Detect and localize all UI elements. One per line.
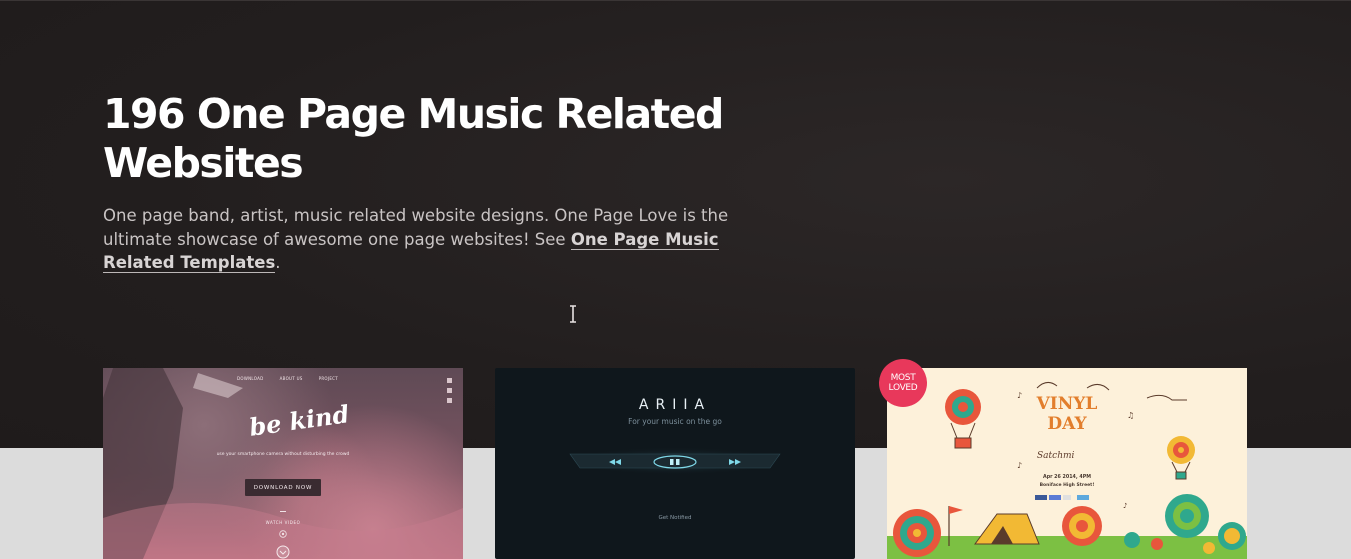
facebook-icon	[447, 378, 452, 383]
instagram-icon	[447, 398, 452, 403]
svg-text:♫: ♫	[1127, 411, 1134, 420]
card-title: ARIIA	[638, 397, 712, 413]
website-card-be-kind[interactable]: DOWNLOAD ABOUT US PROJECT be kind use yo…	[103, 368, 463, 559]
card-title: VINYL DAY	[1027, 394, 1107, 434]
page-title: 196 One Page Music Related Websites	[103, 90, 724, 187]
scroll-down-icon	[276, 545, 290, 559]
badge-line: LOVED	[888, 383, 918, 393]
description-end: .	[275, 253, 281, 272]
card-brand: Satchmi	[1037, 451, 1075, 461]
svg-text:♪: ♪	[1123, 502, 1127, 510]
website-card-vinyl-day[interactable]: ♪ ♫ ♪ ♪ VINYL DAY Satchmi Apr 26 2014, 4…	[887, 368, 1247, 559]
svg-text:♪: ♪	[1017, 391, 1022, 400]
text-cursor-icon	[570, 305, 576, 323]
badge-line: MOST	[890, 373, 916, 383]
title-line: DAY	[1047, 414, 1087, 434]
nav-item: ABOUT US	[279, 376, 303, 381]
website-card-ariia[interactable]: ARIIA For your music on the go Get Notif…	[495, 368, 855, 559]
play-icon	[279, 530, 287, 538]
card-tagline: use your smartphone camera without distu…	[216, 452, 350, 457]
card-nav: DOWNLOAD ABOUT US PROJECT	[237, 376, 338, 381]
nav-item: DOWNLOAD	[237, 376, 264, 381]
watch-video-label: WATCH VIDEO	[265, 520, 301, 525]
most-loved-badge: MOST LOVED	[879, 359, 927, 407]
event-date: Apr 26 2014, 4PM	[1043, 475, 1091, 480]
social-icons	[447, 378, 452, 403]
nav-item: PROJECT	[318, 376, 339, 381]
page-description: One page band, artist, music related web…	[103, 204, 773, 275]
top-border	[0, 0, 1351, 1]
event-address: Boniface High Street!	[1039, 483, 1095, 488]
twitter-icon	[447, 388, 452, 393]
download-button: DOWNLOAD NOW	[245, 479, 321, 496]
card-subtitle: For your music on the go	[628, 417, 722, 426]
title-line: VINYL	[1036, 394, 1098, 414]
get-notified-link: Get Notified	[658, 515, 692, 521]
player-device	[565, 447, 785, 475]
divider	[280, 511, 286, 512]
svg-text:♪: ♪	[1017, 461, 1022, 470]
